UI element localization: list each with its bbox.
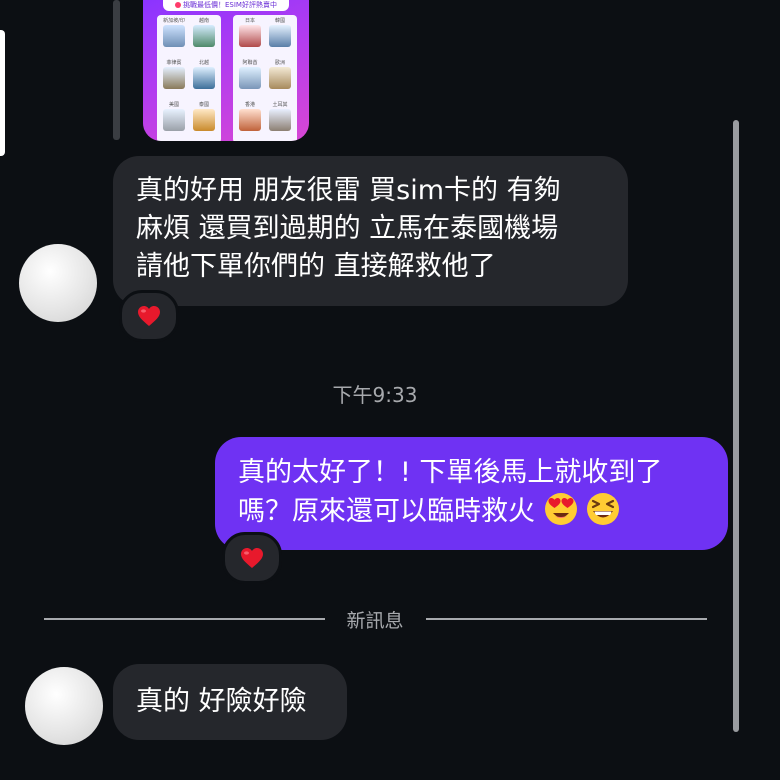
scrollbar[interactable] — [733, 120, 739, 732]
outgoing-message-bubble[interactable]: 真的太好了！! 下單後馬上就收到了 嗎？原來還可以臨時救火 — [215, 437, 728, 550]
destination-caption: 美國 — [168, 102, 179, 108]
destination-caption: 日本 — [244, 18, 255, 24]
landmark-image — [239, 109, 261, 131]
message-timestamp: 下午9:33 — [332, 383, 418, 407]
destination-caption: 韓國 — [274, 18, 285, 24]
destination-tile: 日本 — [236, 17, 264, 55]
heart-reaction[interactable] — [222, 532, 282, 584]
story-banner: 挑戰最低價！ESIM好評熱賣中 — [163, 0, 289, 11]
landmark-image — [163, 25, 185, 47]
message-line: 麻煩 還買到過期的 立馬在泰國機場 — [136, 213, 559, 244]
landmark-image — [193, 109, 215, 131]
landmark-image — [269, 109, 291, 131]
destination-caption: 歐洲 — [274, 60, 285, 66]
heart-reaction[interactable] — [119, 290, 179, 342]
story-banner-text: 挑戰最低價！ESIM好評熱賣中 — [183, 1, 277, 9]
new-messages-divider-label: 新訊息 — [346, 610, 404, 632]
destination-caption: 泰國 — [198, 102, 209, 108]
destination-tile: 美國 — [160, 101, 188, 139]
destination-tile: 新加坡/印 — [160, 17, 188, 55]
message-line: 嗎？原來還可以臨時救火 — [238, 496, 535, 527]
brand-icon — [175, 2, 181, 8]
destination-caption: 北越 — [198, 60, 209, 66]
destination-tile: 北越 — [190, 59, 218, 97]
message-line-with-emoji: 嗎？原來還可以臨時救火 — [238, 492, 728, 531]
destination-caption: 土耳其 — [272, 102, 288, 108]
heart-icon — [241, 548, 263, 568]
contact-avatar[interactable] — [25, 667, 103, 745]
destination-caption: 菲律賓 — [166, 60, 182, 66]
message-line: 真的太好了！! 下單後馬上就收到了 — [238, 457, 663, 488]
landmark-image — [163, 67, 185, 89]
divider-line-right — [426, 618, 707, 620]
divider-line-left — [44, 618, 325, 620]
destination-tile: 菲律賓 — [160, 59, 188, 97]
contact-avatar[interactable] — [19, 244, 97, 322]
landmark-image — [239, 25, 261, 47]
landmark-image — [269, 25, 291, 47]
landmark-image — [163, 109, 185, 131]
destination-caption: 香港 — [244, 102, 255, 108]
left-edge-panel — [0, 30, 5, 156]
heart-icon — [138, 306, 160, 326]
destination-caption: 新加坡/印 — [163, 18, 185, 24]
heart-eyes-emoji-icon — [544, 493, 577, 525]
laughing-emoji-icon — [587, 493, 620, 525]
destination-tile: 阿聯酋 — [236, 59, 264, 97]
destination-tile: 韓國 — [266, 17, 294, 55]
landmark-image — [269, 67, 291, 89]
destination-tile: 土耳其 — [266, 101, 294, 139]
message-line: 真的 好險好險 — [136, 686, 307, 717]
landmark-image — [193, 25, 215, 47]
destination-caption: 越南 — [198, 18, 209, 24]
destination-tile: 泰國 — [190, 101, 218, 139]
message-line: 請他下單你們的 直接解救他了 — [136, 251, 496, 282]
message-line: 真的好用 朋友很雷 買sim卡的 有夠 — [136, 175, 561, 206]
story-panel-right: 日本 韓國 阿聯酋 歐洲 香港 土耳其 — [233, 15, 297, 141]
incoming-message-bubble[interactable]: 真的好用 朋友很雷 買sim卡的 有夠 麻煩 還買到過期的 立馬在泰國機場 請他… — [113, 156, 628, 306]
incoming-message-bubble[interactable]: 真的 好險好險 — [113, 664, 347, 740]
landmark-image — [193, 67, 215, 89]
destination-tile: 香港 — [236, 101, 264, 139]
destination-tile: 越南 — [190, 17, 218, 55]
landmark-image — [239, 67, 261, 89]
story-reply-indicator — [113, 0, 120, 140]
story-panel-left: 新加坡/印 越南 菲律賓 北越 美國 泰國 — [157, 15, 221, 141]
shared-story-image[interactable]: 挑戰最低價！ESIM好評熱賣中 新加坡/印 越南 菲律賓 北越 美國 泰國 日本… — [143, 0, 309, 141]
destination-tile: 歐洲 — [266, 59, 294, 97]
destination-caption: 阿聯酋 — [242, 60, 258, 66]
